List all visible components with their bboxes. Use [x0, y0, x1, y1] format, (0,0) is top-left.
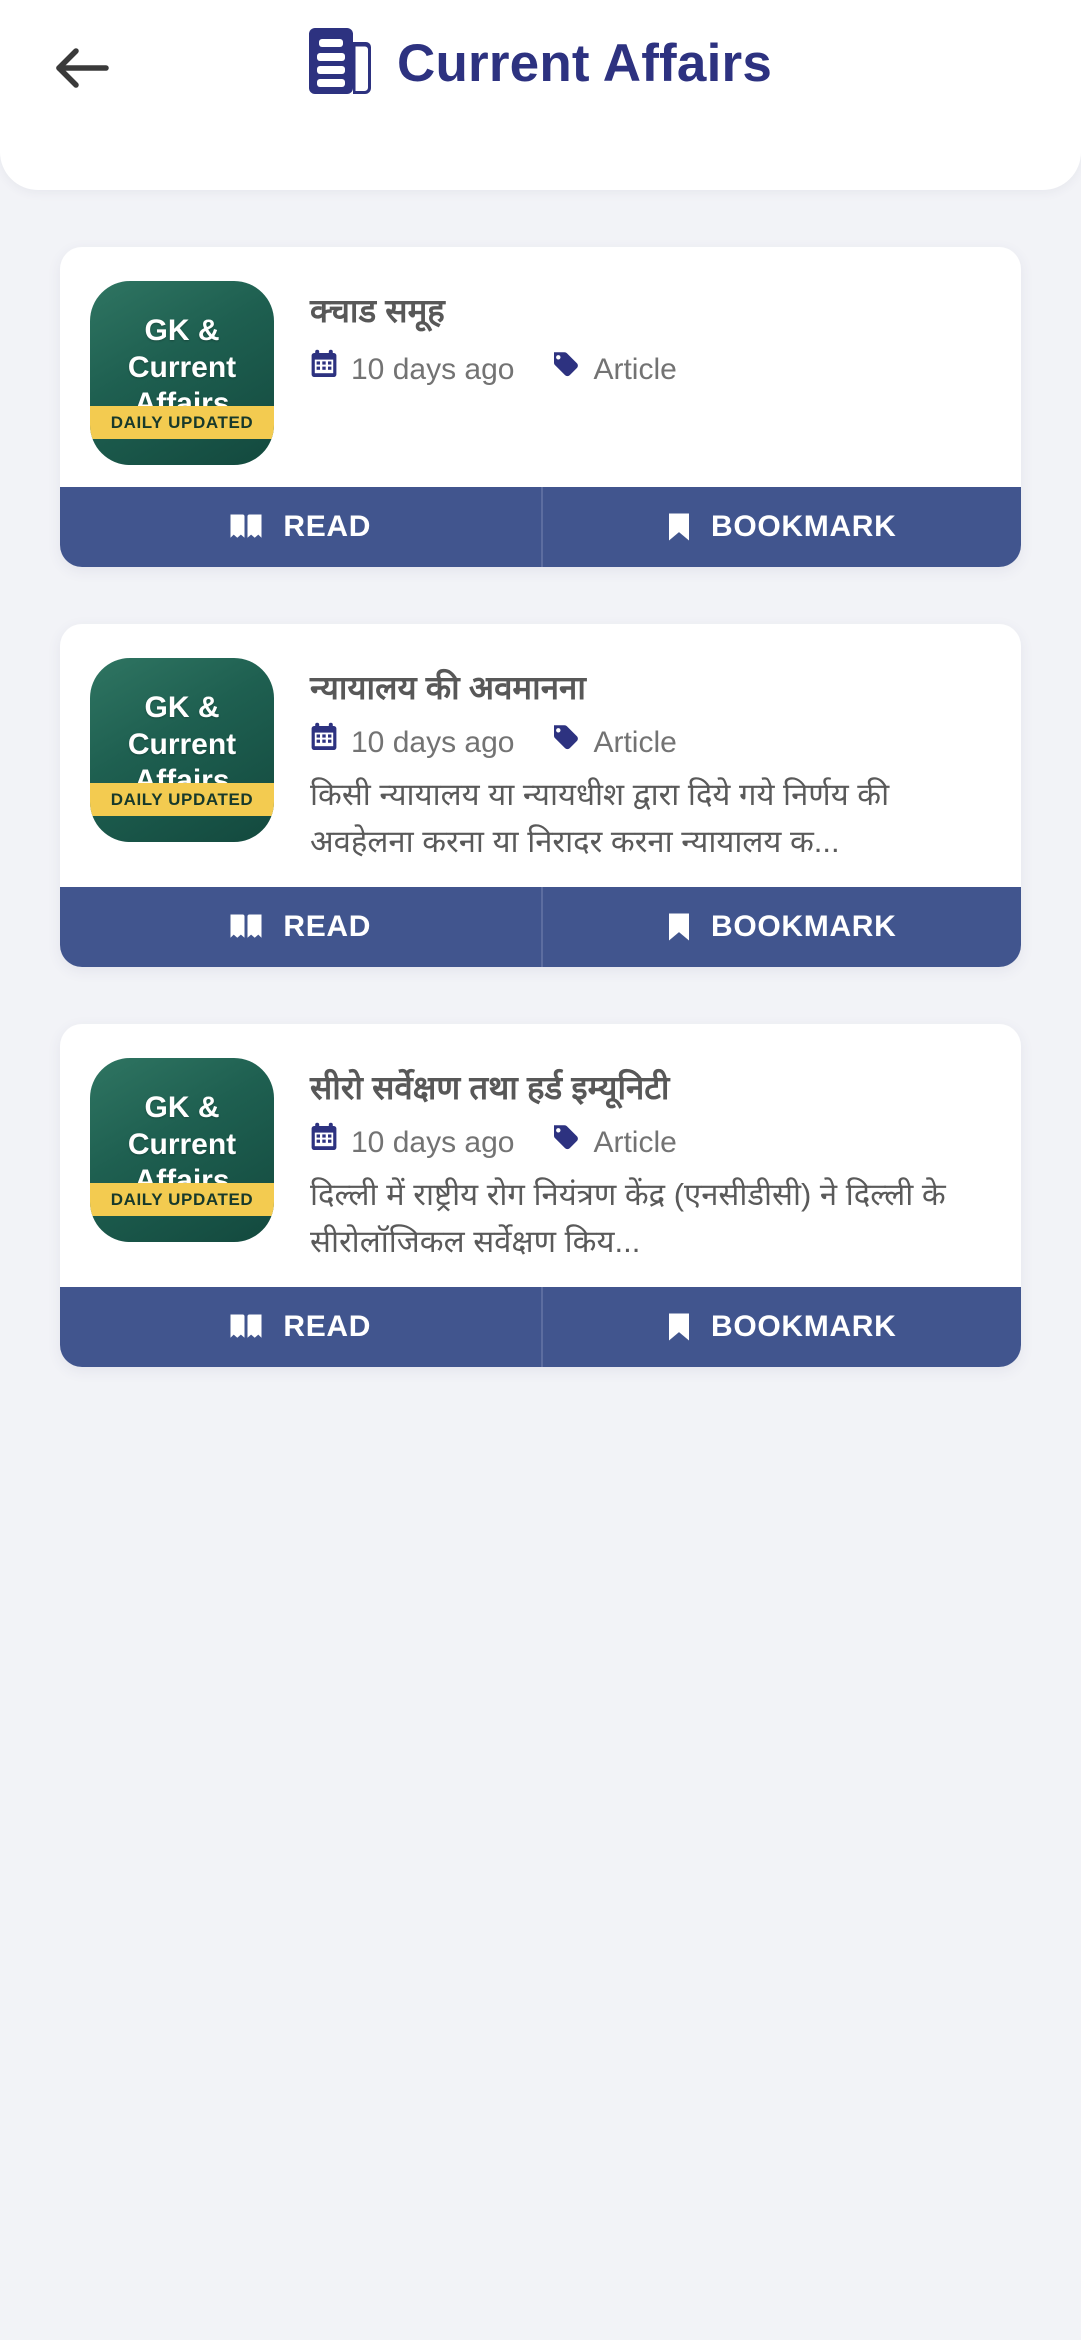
article-thumbnail: GK & Current Affairs DAILY UPDATED: [90, 658, 274, 842]
bookmark-icon: [667, 512, 691, 542]
book-open-icon: [229, 1313, 263, 1341]
article-date-text: 10 days ago: [351, 352, 515, 386]
article-category-text: Article: [593, 725, 677, 759]
thumbnail-line-1: GK &: [144, 314, 220, 348]
calendar-icon: [310, 348, 338, 392]
bookmark-icon: [667, 912, 691, 942]
bookmark-icon: [667, 1312, 691, 1342]
read-button-label: READ: [283, 1310, 372, 1344]
tag-icon: [550, 1121, 580, 1165]
read-button[interactable]: READ: [60, 1287, 541, 1367]
app-bar: Current Affairs: [0, 0, 1081, 190]
article-date-text: 10 days ago: [351, 1125, 515, 1159]
article-excerpt: दिल्ली में राष्ट्रीय रोग नियंत्रण केंद्र…: [310, 1177, 946, 1259]
thumbnail-badge: DAILY UPDATED: [90, 783, 274, 816]
article-title: न्यायालय की अवमानना: [310, 669, 586, 706]
article-card-body: GK & Current Affairs DAILY UPDATED सीरो …: [60, 1024, 1021, 1287]
calendar-icon: [310, 1121, 338, 1165]
article-date-text: 10 days ago: [351, 725, 515, 759]
thumbnail-line-1: GK &: [144, 1091, 220, 1125]
article-card-body: GK & Current Affairs DAILY UPDATED न्याय…: [60, 624, 1021, 887]
app-bar-center: Current Affairs: [0, 25, 1081, 102]
article-info: सीरो सर्वेक्षण तथा हर्ड इम्यूनिटी 10 day…: [310, 1058, 991, 1265]
read-button[interactable]: READ: [60, 487, 541, 567]
article-actions: READ BOOKMARK: [60, 487, 1021, 567]
thumbnail-badge-label: DAILY UPDATED: [110, 412, 254, 432]
arrow-left-icon: [54, 45, 110, 91]
thumbnail-line-2: Current: [127, 727, 237, 761]
thumbnail-badge: DAILY UPDATED: [90, 406, 274, 439]
thumbnail-badge-label: DAILY UPDATED: [110, 789, 254, 809]
article-actions: READ BOOKMARK: [60, 1287, 1022, 1368]
tag-icon: [550, 721, 580, 765]
thumbnail-line-1: GK &: [144, 691, 220, 725]
article-category: Article: [550, 721, 677, 765]
bookmark-button[interactable]: BOOKMARK: [540, 1287, 1022, 1368]
article-meta: 10 days ago Article: [310, 1121, 991, 1165]
page-title: Current Affairs: [396, 34, 773, 93]
book-open-icon: [229, 913, 263, 941]
thumbnail-badge-label: DAILY UPDATED: [110, 1189, 254, 1209]
read-button[interactable]: READ: [60, 887, 541, 967]
article-thumbnail: GK & Current Affairs DAILY UPDATED: [90, 281, 274, 465]
article-title: सीरो सर्वेक्षण तथा हर्ड इम्यूनिटी: [310, 1069, 670, 1107]
article-category-text: Article: [593, 1125, 677, 1159]
article-category-text: Article: [593, 352, 677, 386]
thumbnail-badge: DAILY UPDATED: [90, 1183, 274, 1217]
article-date: 10 days ago: [310, 1121, 514, 1165]
bookmark-button-label: BOOKMARK: [710, 1310, 897, 1344]
article-thumbnail: GK & Current Affairs DAILY UPDATED: [90, 1058, 274, 1243]
article-title: क्चाड समूह: [310, 292, 445, 329]
article-card[interactable]: GK & Current Affairs DAILY UPDATED न्याय…: [60, 624, 1022, 968]
article-info: क्चाड समूह 10 days ago Article: [310, 281, 991, 465]
article-date: 10 days ago: [310, 721, 514, 765]
article-actions: READ BOOKMARK: [60, 887, 1022, 968]
article-card[interactable]: GK & Current Affairs DAILY UPDATED क्चाड…: [60, 247, 1021, 567]
tag-icon: [550, 348, 580, 392]
article-category: Article: [550, 1121, 677, 1165]
article-excerpt: किसी न्यायालय या न्यायधीश द्वारा दिये गय…: [310, 777, 890, 859]
back-button[interactable]: [36, 22, 128, 114]
thumbnail-line-2: Current: [127, 350, 237, 384]
book-open-icon: [229, 513, 263, 541]
article-meta: 10 days ago Article: [310, 721, 991, 765]
read-button-label: READ: [283, 910, 372, 944]
bookmark-button[interactable]: BOOKMARK: [540, 487, 1022, 567]
article-meta: 10 days ago Article: [310, 348, 991, 392]
article-category: Article: [550, 348, 677, 392]
article-date: 10 days ago: [310, 348, 514, 392]
thumbnail-line-2: Current: [127, 1127, 237, 1161]
bookmark-button-label: BOOKMARK: [710, 910, 897, 944]
article-info: न्यायालय की अवमानना 10 days ago Article …: [310, 658, 991, 865]
bookmark-button[interactable]: BOOKMARK: [540, 887, 1022, 968]
bookmark-button-label: BOOKMARK: [710, 510, 897, 543]
read-button-label: READ: [283, 510, 372, 543]
screen: Current Affairs GK & Current Affairs DAI…: [0, 0, 1081, 2340]
calendar-icon: [310, 721, 338, 765]
article-card[interactable]: GK & Current Affairs DAILY UPDATED सीरो …: [60, 1024, 1022, 1368]
newspaper-icon: [308, 25, 375, 102]
article-list: GK & Current Affairs DAILY UPDATED क्चाड…: [0, 247, 1081, 1368]
article-card-body: GK & Current Affairs DAILY UPDATED क्चाड…: [60, 247, 1021, 487]
